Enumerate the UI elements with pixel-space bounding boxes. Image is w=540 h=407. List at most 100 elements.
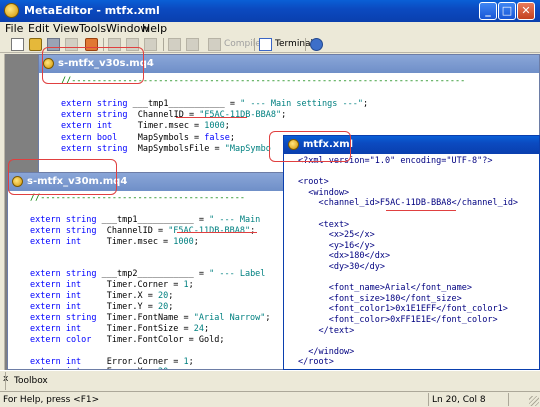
code-line[interactable]: extern int Timer.msec = 1000;	[30, 237, 199, 247]
code-line[interactable]: extern string ___tmp2___________ = " ---…	[30, 269, 265, 279]
code-line[interactable]: extern int Timer.FontSize = 24;	[30, 324, 209, 334]
code-line[interactable]: <font_size>180</font_size>	[298, 294, 462, 304]
code-line[interactable]: <font_color1>0x1E1EFF</font_color1>	[298, 304, 508, 314]
new-file-icon[interactable]	[11, 38, 24, 51]
code-token: <window>	[298, 187, 350, 198]
code-token: ;	[193, 236, 199, 247]
code-token: " --- Main settings ---"	[240, 98, 363, 109]
main-titlebar[interactable]: MetaEditor - mtfx.xml _ □ ✕	[0, 0, 540, 22]
code-line[interactable]: </window>	[298, 347, 354, 357]
compile-icon[interactable]	[208, 38, 221, 51]
menu-file[interactable]: File	[5, 23, 23, 35]
toolbar-separator	[254, 38, 255, 51]
close-button[interactable]: ✕	[517, 2, 535, 20]
terminal-button[interactable]: Terminal	[275, 39, 313, 50]
code-line[interactable]: <root>	[298, 177, 329, 187]
code-line[interactable]: <text>	[298, 220, 349, 230]
forward-icon[interactable]	[186, 38, 199, 51]
code-token: Timer.FontSize =	[106, 323, 194, 334]
menu-edit[interactable]: Edit	[28, 23, 49, 35]
code-token: ;	[229, 132, 236, 143]
code-line[interactable]: <x>25</x>	[298, 230, 375, 240]
code-token: ;	[168, 302, 174, 312]
code-line[interactable]: <font_color>0xFF1E1E</font_color>	[298, 315, 498, 325]
code-token: extern string	[61, 109, 138, 120]
code-token: ChannelID =	[106, 225, 169, 236]
terminal-icon[interactable]	[259, 38, 272, 51]
resize-grip[interactable]	[529, 396, 539, 406]
code-line[interactable]: <window>	[298, 188, 349, 198]
annotation-underline-channelid-v30s	[176, 117, 247, 118]
code-token: <root>	[298, 177, 329, 188]
code-line[interactable]: <font_name>Arial</font_name>	[298, 283, 472, 293]
code-line[interactable]: <channel_id>F5AC-11DB-BBA8</channel_id>	[298, 198, 518, 208]
code-line[interactable]: extern int Timer.X = 20;	[30, 291, 173, 301]
code-line[interactable]: extern string ChannelID = "F5AC-11DB-BBA…	[61, 110, 286, 120]
code-token: extern string	[61, 98, 133, 109]
code-line[interactable]: extern int Timer.Corner = 1;	[30, 280, 194, 290]
minimize-button[interactable]: _	[479, 2, 497, 20]
menu-help[interactable]: Help	[142, 23, 167, 35]
code-token: <x>25</x>	[298, 230, 375, 241]
code-token: Timer.X =	[106, 291, 158, 302]
code-token: ;	[168, 291, 174, 302]
code-line[interactable]: extern string ___tmp1___________ = " ---…	[30, 215, 260, 225]
code-line[interactable]: extern color Timer.FontColor = Gold;	[30, 335, 224, 345]
code-line[interactable]: extern int Error.Corner = 1;	[30, 357, 194, 367]
code-line[interactable]: extern string ChannelID = "F5AC-11DB-BBA…	[30, 226, 255, 236]
code-token: ;	[204, 323, 210, 334]
code-line[interactable]: extern bool MapSymbols = false;	[61, 133, 235, 143]
code-token: ___tmp2___________ =	[101, 269, 210, 280]
toolbox-label[interactable]: Toolbox	[14, 376, 48, 386]
status-help-text: For Help, press <F1>	[3, 395, 100, 405]
code-line[interactable]: extern string MapSymbolsFile = "MapSymbo	[61, 144, 271, 154]
code-token: extern int	[30, 280, 107, 291]
code-line[interactable]: extern string Timer.FontName = "Arial Na…	[30, 313, 271, 323]
menu-bar: File Edit View Tools Window Help	[0, 22, 540, 36]
code-line[interactable]: </text>	[298, 326, 354, 336]
code-line[interactable]: extern int Timer.msec = 1000;	[61, 121, 230, 131]
open-folder-icon[interactable]	[29, 38, 42, 51]
code-line[interactable]: extern int Timer.Y = 20;	[30, 302, 173, 312]
toolbar-separator	[163, 38, 164, 51]
toolbox-grip[interactable]	[5, 372, 8, 390]
code-token: "F5AC-11DB-BBA8"	[168, 225, 251, 236]
code-line[interactable]: </root>	[298, 357, 334, 367]
metaeditor-app-icon[interactable]	[4, 3, 19, 18]
code-token: <font_color1>0x1E1EFF</font_color1>	[298, 304, 508, 315]
code-line[interactable]: extern string ___tmp1___________ = " ---…	[61, 99, 368, 109]
code-token: <text>	[298, 219, 350, 230]
code-token: Timer.Y =	[106, 302, 158, 312]
code-token: ___tmp1___________ =	[132, 98, 241, 109]
annotation-underline-channelid-v30m	[177, 232, 257, 233]
code-token: extern int	[30, 302, 107, 312]
annotation-circle-v30m-tab	[8, 159, 117, 195]
left-dock-bar	[0, 54, 5, 370]
code-token: MapSymbols =	[137, 132, 205, 143]
code-token: "Arial Narrow"	[193, 312, 266, 323]
menu-tools[interactable]: Tools	[79, 23, 106, 35]
code-token: Timer.FontName =	[106, 312, 194, 323]
code-token: extern string	[30, 225, 107, 236]
toolbar-separator	[305, 38, 306, 51]
code-token: "F5AC-11DB-BBA8"	[199, 109, 282, 120]
editor-window-xml[interactable]: mtfx.xml <?xml version="1.0" encoding="U…	[283, 135, 540, 370]
code-token: </root>	[298, 357, 334, 368]
code-token: extern int	[61, 121, 138, 132]
code-editor-xml[interactable]: <?xml version="1.0" encoding="UTF-8"?> <r…	[284, 156, 539, 369]
help-icon[interactable]	[310, 38, 323, 51]
maximize-button[interactable]: □	[498, 2, 516, 20]
code-token: <dx>180</dx>	[298, 251, 391, 262]
code-line[interactable]: <y>16</y>	[298, 241, 375, 251]
code-line[interactable]: <dx>180</dx>	[298, 251, 390, 261]
code-token: ;	[188, 280, 194, 291]
compile-button[interactable]: Compile	[224, 39, 261, 50]
back-icon[interactable]	[168, 38, 181, 51]
code-token: </text>	[298, 325, 355, 336]
code-line[interactable]: <dy>30</dy>	[298, 262, 385, 272]
paste-icon[interactable]	[144, 38, 157, 51]
status-divider	[508, 393, 509, 406]
code-token: 20	[157, 302, 169, 312]
menu-view[interactable]: View	[53, 23, 79, 35]
code-token: ;	[224, 121, 230, 132]
